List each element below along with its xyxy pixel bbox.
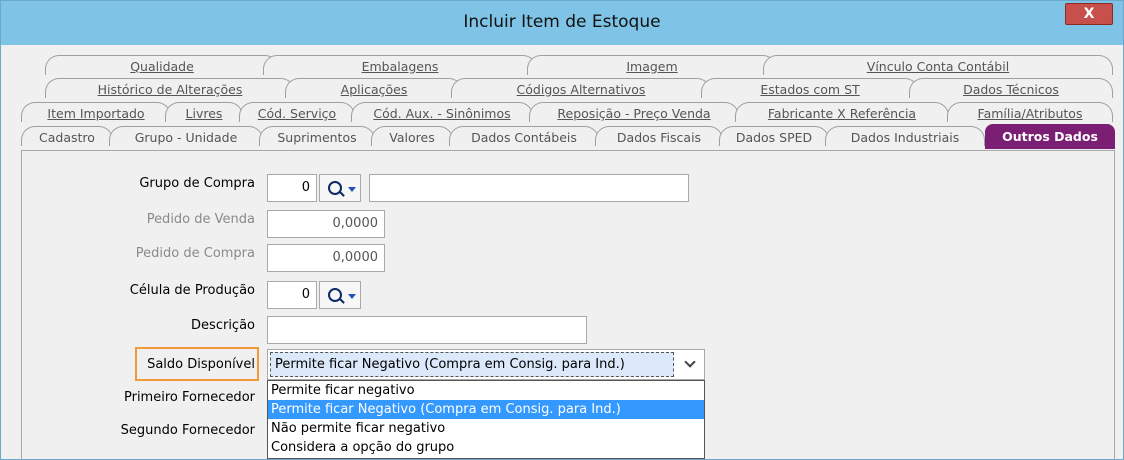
- tab-grupo-unidade[interactable]: Grupo - Unidade: [109, 126, 263, 146]
- saldo-disponivel-selected-value: Permite ficar Negativo (Compra em Consig…: [270, 352, 674, 377]
- saldo-disponivel-label: Saldo Disponível: [147, 357, 255, 372]
- primeiro-fornecedor-label: Primeiro Fornecedor: [123, 390, 255, 405]
- tab-label: Dados Contábeis: [471, 130, 577, 145]
- tab-dados-tecnicos[interactable]: Dados Técnicos: [909, 78, 1113, 98]
- pedido-compra-input[interactable]: 0,0000: [267, 244, 385, 272]
- tab-label: Códigos Alternativos: [516, 82, 646, 97]
- close-button[interactable]: X: [1065, 3, 1113, 25]
- tab-label: Cód. Serviço: [257, 106, 337, 121]
- tab-label: Reposição - Preço Venda: [557, 106, 711, 121]
- tab-cod-servico[interactable]: Cód. Serviço: [239, 102, 355, 122]
- dropdown-option[interactable]: Permite ficar negativo: [268, 381, 704, 400]
- search-icon: [328, 288, 342, 302]
- tab-label: Histórico de Alterações: [97, 82, 243, 97]
- pedido-venda-input[interactable]: 0,0000: [267, 210, 385, 238]
- tab-valores[interactable]: Valores: [371, 126, 453, 146]
- tab-vinculo-conta-contabil[interactable]: Vínculo Conta Contábil: [763, 55, 1113, 75]
- title-bar[interactable]: Incluir Item de Estoque X: [1, 1, 1123, 45]
- celula-producao-code-input[interactable]: 0: [267, 281, 317, 309]
- tab-label: Vínculo Conta Contábil: [866, 59, 1010, 74]
- tab-label: Dados Industriais: [850, 130, 960, 145]
- dropdown-option[interactable]: Não permite ficar negativo: [268, 419, 704, 438]
- tab-label: Fabricante X Referência: [767, 106, 917, 121]
- tab-outros-dados[interactable]: Outros Dados: [985, 124, 1115, 149]
- tab-label: Dados Fiscais: [616, 130, 702, 145]
- tab-dados-fiscais[interactable]: Dados Fiscais: [595, 126, 723, 146]
- tab-label: Dados SPED: [735, 130, 813, 145]
- tab-cod-aux-sinonimos[interactable]: Cód. Aux. - Sinônimos: [351, 102, 533, 122]
- tab-dados-sped[interactable]: Dados SPED: [719, 126, 829, 146]
- tab-livres[interactable]: Livres: [165, 102, 243, 122]
- tab-fabricante-x-referencia[interactable]: Fabricante X Referência: [735, 102, 949, 122]
- tab-aplicacoes[interactable]: Aplicações: [285, 78, 463, 98]
- pedido-compra-label: Pedido de Compra: [135, 246, 255, 261]
- tab-strip: Qualidade Embalagens Imagem Vínculo Cont…: [13, 45, 1115, 149]
- window-title: Incluir Item de Estoque: [463, 12, 661, 32]
- descricao-label: Descrição: [191, 318, 255, 333]
- tab-codigos-alternativos[interactable]: Códigos Alternativos: [451, 78, 711, 98]
- dropdown-arrow-icon: [348, 294, 356, 299]
- grupo-compra-label: Grupo de Compra: [139, 176, 255, 191]
- tab-item-importado[interactable]: Item Importado: [21, 102, 171, 122]
- grupo-compra-code-input[interactable]: 0: [267, 174, 317, 202]
- tab-embalagens[interactable]: Embalagens: [263, 55, 537, 75]
- tab-label: Suprimentos: [277, 130, 357, 145]
- tab-cadastro[interactable]: Cadastro: [21, 126, 113, 146]
- tab-label: Estados com ST: [760, 82, 860, 97]
- saldo-disponivel-dropdown-list: Permite ficar negativo Permite ficar Neg…: [267, 380, 705, 459]
- tab-label: Aplicações: [340, 82, 408, 97]
- dropdown-option[interactable]: Considera a opção do grupo: [268, 438, 704, 457]
- tab-dados-industriais[interactable]: Dados Industriais: [825, 126, 985, 146]
- grupo-compra-lookup-button[interactable]: [319, 174, 361, 202]
- tab-dados-contabeis[interactable]: Dados Contábeis: [449, 126, 599, 146]
- descricao-input[interactable]: [267, 316, 587, 344]
- tab-qualidade[interactable]: Qualidade: [45, 55, 279, 75]
- chevron-down-icon[interactable]: [684, 356, 696, 368]
- tab-label: Outros Dados: [1002, 129, 1098, 144]
- tab-label: Grupo - Unidade: [134, 130, 238, 145]
- celula-producao-label: Célula de Produção: [129, 283, 255, 298]
- tab-historico-alteracoes[interactable]: Histórico de Alterações: [45, 78, 295, 98]
- pedido-venda-label: Pedido de Venda: [146, 212, 255, 227]
- tab-label: Cadastro: [39, 130, 95, 145]
- tab-imagem[interactable]: Imagem: [527, 55, 777, 75]
- tab-label: Qualidade: [130, 59, 194, 74]
- tab-label: Valores: [389, 130, 435, 145]
- tab-label: Cód. Aux. - Sinônimos: [373, 106, 511, 121]
- search-icon: [328, 181, 342, 195]
- dialog-window: Incluir Item de Estoque X Qualidade Emba…: [0, 0, 1124, 460]
- tab-label: Item Importado: [47, 106, 145, 121]
- grupo-compra-description-input[interactable]: [369, 174, 689, 202]
- dropdown-option-selected[interactable]: Permite ficar Negativo (Compra em Consig…: [268, 400, 704, 419]
- tab-label: Família/Atributos: [977, 106, 1083, 121]
- segundo-fornecedor-label: Segundo Fornecedor: [120, 423, 255, 438]
- saldo-disponivel-select[interactable]: Permite ficar Negativo (Compra em Consig…: [267, 349, 705, 380]
- tab-estados-com-st[interactable]: Estados com ST: [701, 78, 919, 98]
- tab-suprimentos[interactable]: Suprimentos: [259, 126, 375, 146]
- tab-label: Livres: [185, 106, 223, 121]
- tab-label: Dados Técnicos: [963, 82, 1059, 97]
- tab-familia-atributos[interactable]: Família/Atributos: [947, 102, 1113, 122]
- tab-reposicao-preco-venda[interactable]: Reposição - Preço Venda: [529, 102, 739, 122]
- tab-label: Imagem: [626, 59, 678, 74]
- tab-label: Embalagens: [361, 59, 439, 74]
- dropdown-arrow-icon: [348, 187, 356, 192]
- celula-producao-lookup-button[interactable]: [319, 281, 361, 309]
